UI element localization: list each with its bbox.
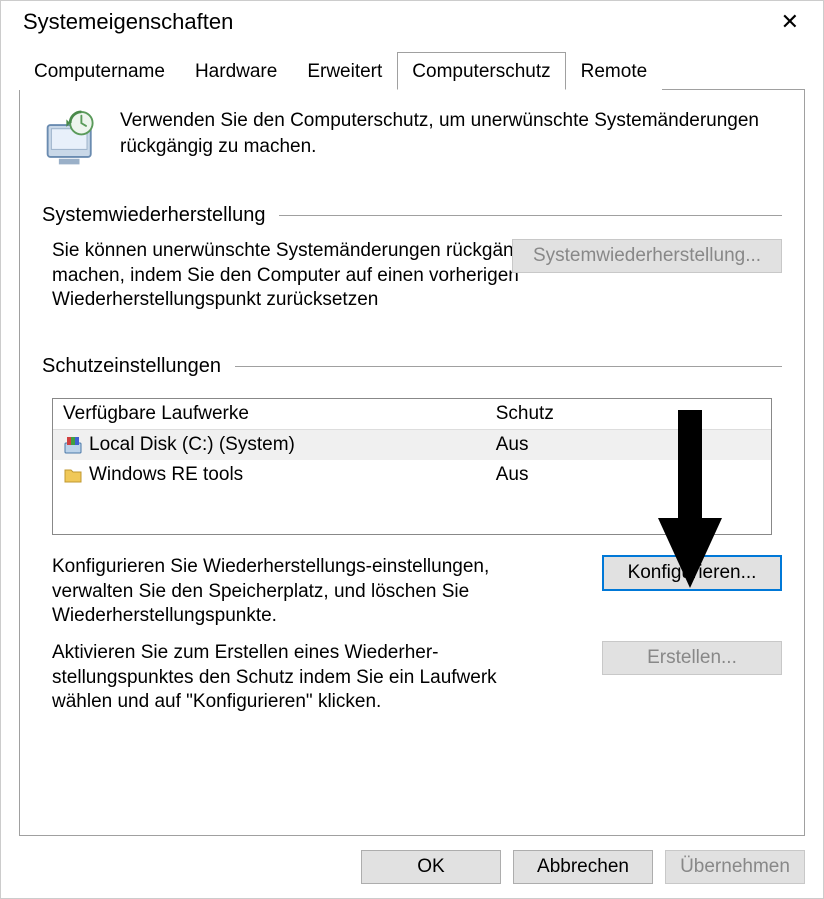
divider [235, 366, 782, 367]
apply-button: Übernehmen [665, 850, 805, 884]
drive-name: Local Disk (C:) (System) [89, 434, 295, 456]
configure-button[interactable]: Konfigurieren... [602, 555, 782, 591]
drive-name: Windows RE tools [89, 464, 243, 486]
col-header-protection: Schutz [496, 403, 761, 425]
create-description: Aktivieren Sie zum Erstellen eines Wiede… [52, 641, 562, 715]
section-header-restore: Systemwiederherstellung [42, 204, 782, 227]
section-header-settings: Schutzeinstellungen [42, 355, 782, 378]
configure-row: Konfigurieren Sie Wiederherstellungs-ein… [52, 555, 782, 629]
section-title-restore: Systemwiederherstellung [42, 204, 265, 227]
col-header-drives: Verfügbare Laufwerke [63, 403, 496, 425]
table-row[interactable]: Windows RE tools Aus [53, 460, 771, 490]
intro-row: Verwenden Sie den Computerschutz, um une… [42, 108, 782, 170]
system-restore-icon [42, 110, 102, 170]
titlebar: Systemeigenschaften ✕ [1, 1, 823, 47]
tab-remote[interactable]: Remote [566, 52, 663, 90]
table-header: Verfügbare Laufwerke Schutz [53, 399, 771, 430]
tab-computerschutz[interactable]: Computerschutz [397, 52, 565, 90]
table-row[interactable]: Local Disk (C:) (System) Aus [53, 430, 771, 460]
system-properties-window: Systemeigenschaften ✕ Computername Hardw… [0, 0, 824, 899]
drive-protection: Aus [496, 434, 761, 456]
restore-row: Sie können unerwünschte Systemänderungen… [52, 239, 782, 349]
restore-description: Sie können unerwünschte Systemänderungen… [52, 239, 562, 313]
intro-text: Verwenden Sie den Computerschutz, um une… [120, 108, 782, 159]
configure-description: Konfigurieren Sie Wiederherstellungs-ein… [52, 555, 562, 629]
cancel-button[interactable]: Abbrechen [513, 850, 653, 884]
tabs-container: Computername Hardware Erweitert Computer… [1, 47, 823, 90]
section-title-settings: Schutzeinstellungen [42, 355, 221, 378]
drive-table[interactable]: Verfügbare Laufwerke Schutz Local Disk (… [52, 398, 772, 535]
tab-panel-computerschutz: Verwenden Sie den Computerschutz, um une… [19, 90, 805, 836]
table-empty-space [53, 490, 771, 534]
dialog-buttons: OK Abbrechen Übernehmen [1, 836, 823, 898]
tab-computername[interactable]: Computername [19, 52, 180, 90]
create-row: Aktivieren Sie zum Erstellen eines Wiede… [52, 641, 782, 715]
divider [279, 215, 782, 216]
tab-hardware[interactable]: Hardware [180, 52, 292, 90]
tabs: Computername Hardware Erweitert Computer… [19, 51, 805, 90]
tab-erweitert[interactable]: Erweitert [292, 52, 397, 90]
disk-icon [63, 435, 83, 455]
folder-icon [63, 465, 83, 485]
window-title: Systemeigenschaften [23, 9, 233, 35]
create-button: Erstellen... [602, 641, 782, 675]
ok-button[interactable]: OK [361, 850, 501, 884]
drive-protection: Aus [496, 464, 761, 486]
close-icon[interactable]: ✕ [771, 9, 809, 35]
system-restore-button: Systemwiederherstellung... [512, 239, 782, 273]
